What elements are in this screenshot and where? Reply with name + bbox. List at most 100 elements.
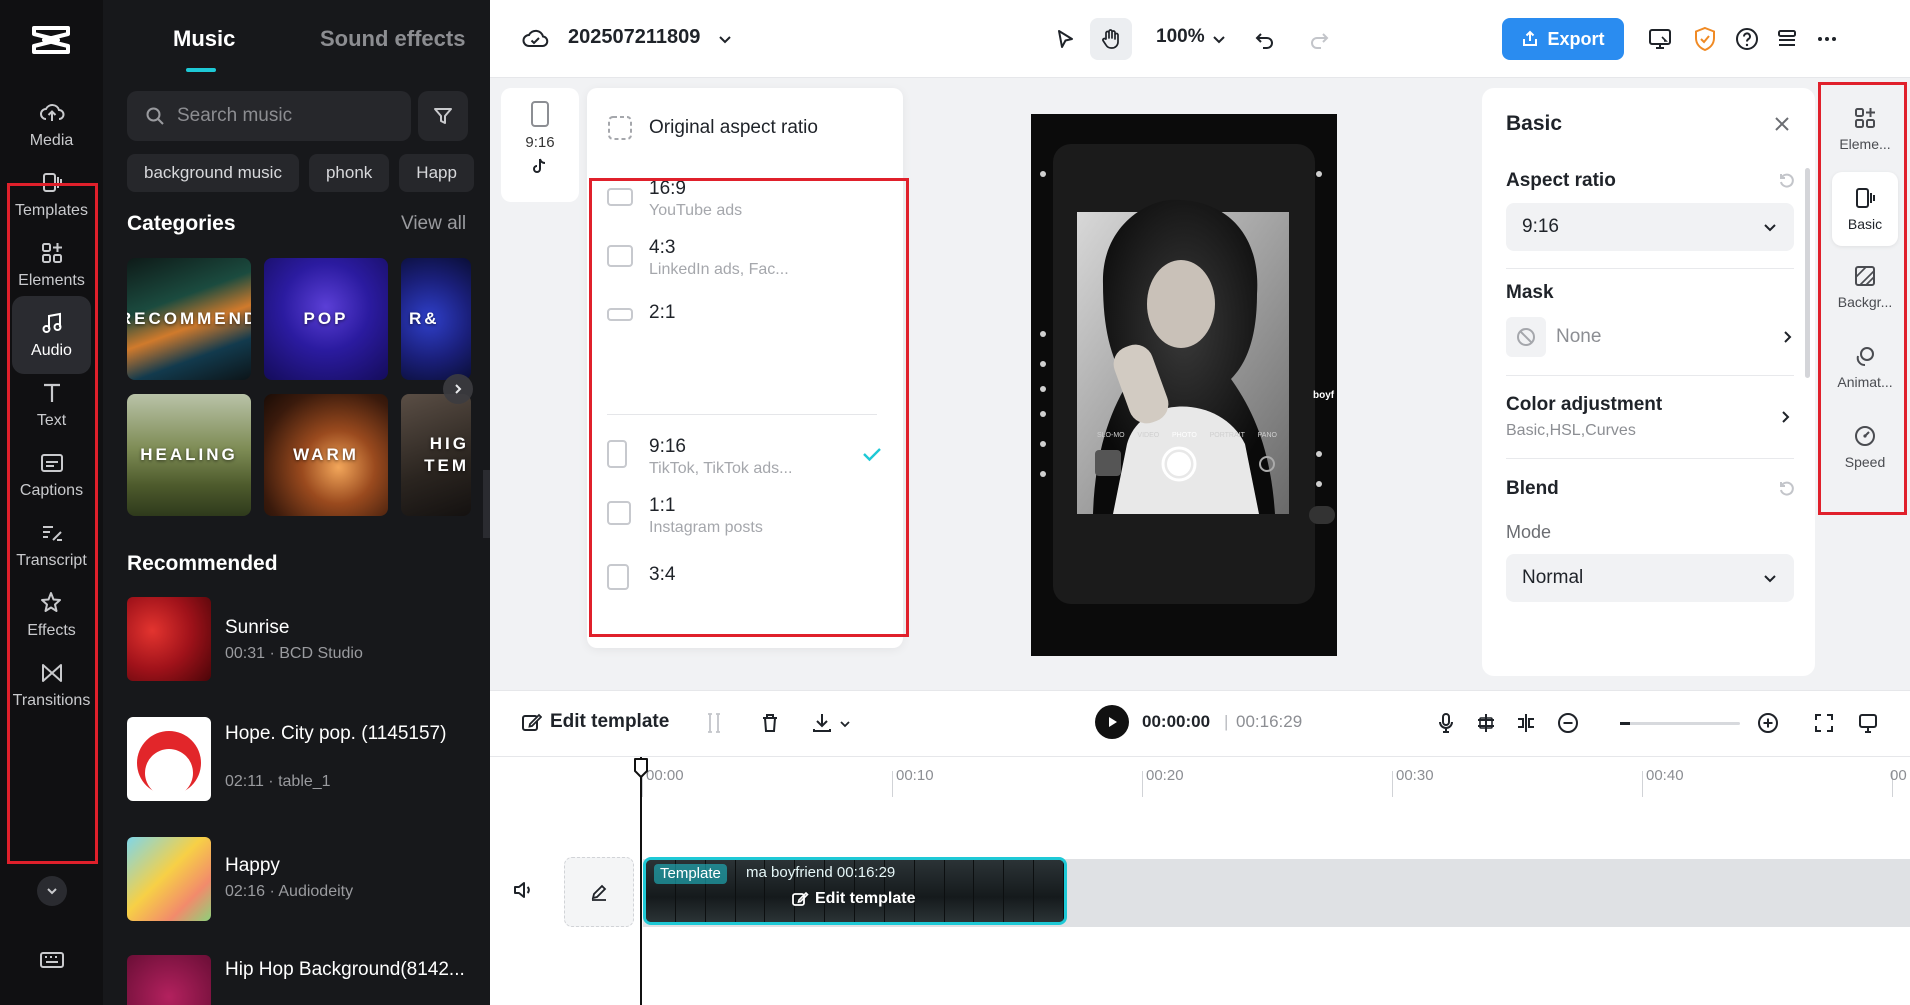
track-cover-edit[interactable] [564,857,634,927]
playhead[interactable] [640,757,642,1005]
zoom-out-icon[interactable] [1556,711,1580,735]
aspect-option-4-3[interactable]: 4:3 LinkedIn ads, Fac... [607,235,887,281]
rail-transcript[interactable]: Transcript [12,506,91,584]
microphone-icon[interactable] [1434,711,1458,735]
chip-happ[interactable]: Happ [399,154,474,192]
playhead-handle-icon[interactable] [633,757,649,779]
cloud-upload-icon [39,100,65,126]
rail-media[interactable]: Media [12,86,91,164]
track-item[interactable]: Sunrise 00:31 · BCD Studio [127,597,477,681]
tab-music[interactable]: Music [173,26,235,52]
aspect-option-3-4[interactable]: 3:4 [607,560,887,594]
rail-audio-label: Audio [31,342,72,360]
video-clip[interactable]: Template ma boyfriend 00:16:29 Edit temp… [643,857,1067,925]
categories-next-button[interactable] [443,374,473,404]
aspect-option-label: 3:4 [649,564,675,586]
reset-icon[interactable] [1778,172,1796,190]
zoom-chevron-icon[interactable] [1208,28,1230,50]
rail-more-button[interactable] [37,876,67,906]
redo-icon[interactable] [1304,24,1334,54]
portrait-frame-icon [530,100,550,128]
reset-icon[interactable] [1778,480,1796,498]
track-item[interactable]: Hope. City pop. (1145157) 02:11 · table_… [127,717,477,801]
play-button[interactable] [1095,705,1129,739]
comment-icon[interactable] [1856,711,1880,735]
search-input[interactable] [177,105,387,127]
search-box[interactable] [127,91,411,141]
track-meta: 02:16 · Audiodeity [225,883,353,901]
category-warm[interactable]: WARM [264,394,388,516]
rail-elements[interactable]: Elements [12,226,91,304]
category-high-tempo[interactable]: HIG TEM [401,394,471,516]
strip-elements[interactable]: Eleme... [1832,92,1898,166]
cloud-save-icon[interactable] [520,24,550,54]
blend-mode-select[interactable]: Normal [1506,554,1794,602]
strip-animation[interactable]: Animat... [1832,330,1898,404]
chip-background-music[interactable]: background music [127,154,299,192]
snap-icon[interactable] [1474,711,1498,735]
edit-template-button[interactable]: Edit template [520,711,669,733]
zoom-level[interactable]: 100% [1156,26,1205,48]
filter-button[interactable] [418,91,468,141]
rail-templates[interactable]: Templates [12,156,91,234]
present-screen-icon[interactable] [1644,24,1676,54]
delete-icon[interactable] [758,711,782,735]
blend-section-label: Blend [1506,478,1559,500]
view-all-link[interactable]: View all [401,213,466,235]
track-item[interactable]: Hip Hop Background(8142... [127,955,477,1005]
undo-icon[interactable] [1250,24,1280,54]
aspect-option-1-1[interactable]: 1:1 Instagram posts [607,493,887,541]
download-icon[interactable] [810,711,834,735]
split-icon[interactable] [702,711,726,735]
zoom-in-icon[interactable] [1756,711,1780,735]
rail-transitions[interactable]: Transitions [12,646,91,724]
strip-background[interactable]: Backgr... [1832,250,1898,324]
aspect-ratio-select[interactable]: 9:16 [1506,203,1794,251]
rail-text[interactable]: Text [12,366,91,444]
aspect-ratio-chip[interactable]: 9:16 [501,88,579,202]
track-item[interactable]: Happy 02:16 · Audiodeity [127,837,477,921]
rail-audio[interactable]: Audio [12,296,91,374]
ratio-9-16-icon [607,440,627,468]
download-chevron-icon[interactable] [838,717,852,731]
hand-tool-icon[interactable] [1090,18,1132,60]
tab-sound-effects[interactable]: Sound effects [320,26,465,52]
track-volume-button[interactable] [512,879,536,906]
category-recommend[interactable]: RECOMMEND [127,258,251,380]
aspect-option-label: 2:1 [649,302,675,324]
timeline-zoom-slider[interactable] [1620,722,1740,725]
export-button[interactable]: Export [1502,18,1624,60]
video-preview[interactable]: SLO-MOVIDEOPHOTOPORTRAITPANO boyf [1031,114,1337,656]
original-aspect-option[interactable]: Original aspect ratio [607,112,818,144]
select-tool-icon[interactable] [1050,24,1080,54]
fit-timeline-icon[interactable] [1812,711,1836,735]
aspect-option-9-16[interactable]: 9:16 TikTok, TikTok ads... [607,434,887,482]
mask-row[interactable]: None [1506,314,1794,360]
project-title[interactable]: 202507211809 [568,26,700,49]
timeline[interactable]: 00:00 00:10 00:20 00:30 00:40 00 Templat… [490,756,1910,1005]
category-rnb[interactable]: R& [401,258,471,380]
clip-edit-template-button[interactable]: Edit template [791,890,915,908]
close-panel-button[interactable] [1772,114,1792,139]
aspect-option-16-9[interactable]: 16:9 YouTube ads [607,176,887,222]
strip-speed[interactable]: Speed [1832,410,1898,484]
layers-icon[interactable] [1772,24,1802,54]
shield-icon[interactable] [1690,24,1720,54]
help-icon[interactable] [1732,24,1762,54]
export-label: Export [1547,29,1604,50]
strip-basic[interactable]: Basic [1832,172,1898,246]
split-clip-icon[interactable] [1514,711,1538,735]
capcut-logo-icon[interactable] [30,22,72,58]
project-menu-chevron-icon[interactable] [714,28,736,50]
rail-captions[interactable]: Captions [12,436,91,514]
keyboard-icon[interactable] [38,946,66,974]
chip-phonk[interactable]: phonk [309,154,389,192]
category-pop[interactable]: POP [264,258,388,380]
current-timecode: 00:00:00 [1142,712,1210,732]
rail-effects[interactable]: Effects [12,576,91,654]
more-options-icon[interactable] [1812,24,1842,54]
aspect-option-2-1[interactable]: 2:1 [607,298,887,332]
category-healing[interactable]: HEALING [127,394,251,516]
properties-scrollbar[interactable] [1805,168,1810,378]
color-adjustment-row[interactable]: Color adjustment Basic,HSL,Curves [1506,388,1794,444]
